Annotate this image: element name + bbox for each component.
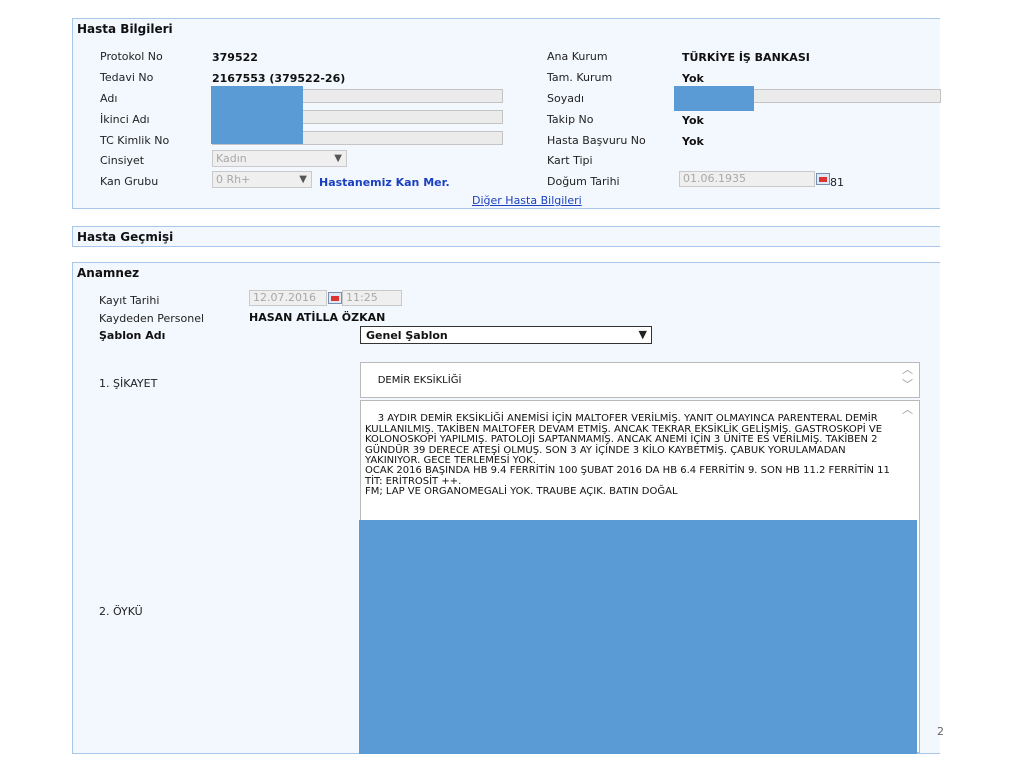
gender-select[interactable]: Kadın ▼ [212, 150, 347, 167]
other-patient-info-link[interactable]: Diğer Hasta Bilgileri [472, 194, 582, 207]
follow-up-value: Yok [682, 114, 704, 127]
scroll-up-icon[interactable]: ︿ [902, 364, 913, 375]
record-date-field[interactable]: 12.07.2016 [249, 290, 327, 306]
protocol-value: 379522 [212, 51, 258, 64]
gender-value: Kadın [216, 152, 247, 165]
recorded-by-label: Kaydeden Personel [99, 312, 205, 325]
blood-group-value: 0 Rh+ [216, 173, 251, 186]
full-institution-label: Tam. Kurum [547, 71, 613, 84]
blood-group-select[interactable]: 0 Rh+ ▼ [212, 171, 312, 188]
complaint-text: DEMİR EKSİKLİĞİ [377, 375, 462, 387]
middle-name-label: İkinci Adı [100, 113, 150, 126]
complaint-textarea[interactable]: DEMİR EKSİKLİĞİ ︿ ﹀ [360, 362, 920, 398]
page-number-fragment: 2 [937, 725, 944, 738]
blood-group-label: Kan Grubu [100, 175, 159, 188]
calendar-icon[interactable] [328, 292, 342, 304]
patient-info-panel: Hasta Bilgileri Protokol No 379522 Tedav… [72, 18, 941, 209]
application-no-label: Hasta Başvuru No [547, 134, 646, 147]
chevron-down-icon: ▼ [638, 328, 647, 341]
history-text: 3 AYDIR DEMİR EKSİKLİĞİ ANEMİSİ İÇİN MAL… [365, 413, 890, 498]
scroll-down-icon[interactable]: ﹀ [902, 379, 913, 390]
complaint-label: 1. ŞİKAYET [99, 377, 158, 390]
card-type-label: Kart Tipi [547, 154, 593, 167]
anamnesis-title: Anamnez [77, 266, 140, 280]
template-select[interactable]: Genel Şablon ▼ [360, 326, 652, 344]
recorded-by-value: HASAN ATİLLA ÖZKAN [249, 311, 386, 324]
treatment-label: Tedavi No [100, 71, 154, 84]
birth-date-label: Doğum Tarihi [547, 175, 620, 188]
gender-label: Cinsiyet [100, 154, 145, 167]
redaction-block [211, 86, 303, 144]
record-date-label: Kayıt Tarihi [99, 294, 160, 307]
patient-history-title: Hasta Geçmişi [77, 230, 174, 244]
blood-center-link[interactable]: Hastanemiz Kan Mer. [319, 176, 450, 189]
main-institution-label: Ana Kurum [547, 50, 608, 63]
first-name-label: Adı [100, 92, 118, 105]
treatment-value: 2167553 (379522-26) [212, 72, 346, 85]
follow-up-label: Takip No [547, 113, 594, 126]
template-label: Şablon Adı [99, 329, 166, 342]
redaction-block [359, 520, 917, 754]
template-value: Genel Şablon [366, 329, 448, 342]
application-no-value: Yok [682, 135, 704, 148]
patient-history-panel[interactable]: Hasta Geçmişi [72, 226, 940, 247]
record-time-field[interactable]: 11:25 [342, 290, 402, 306]
redaction-block [674, 86, 754, 111]
patient-info-title: Hasta Bilgileri [77, 22, 173, 36]
birth-date-field[interactable]: 01.06.1935 [679, 171, 815, 187]
history-label: 2. ÖYKÜ [99, 605, 143, 618]
calendar-icon[interactable] [816, 173, 830, 185]
scroll-up-icon[interactable]: ︿ [902, 404, 913, 415]
chevron-down-icon: ▼ [334, 153, 342, 164]
anamnesis-panel: Anamnez Kayıt Tarihi 12.07.2016 11:25 Ka… [72, 262, 944, 754]
main-institution-value: TÜRKİYE İŞ BANKASI [682, 51, 810, 64]
full-institution-value: Yok [682, 72, 704, 85]
tc-id-label: TC Kimlik No [100, 134, 170, 147]
chevron-down-icon: ▼ [299, 174, 307, 185]
protocol-label: Protokol No [100, 50, 163, 63]
surname-label: Soyadı [547, 92, 585, 105]
age-value: 81 [830, 176, 844, 189]
